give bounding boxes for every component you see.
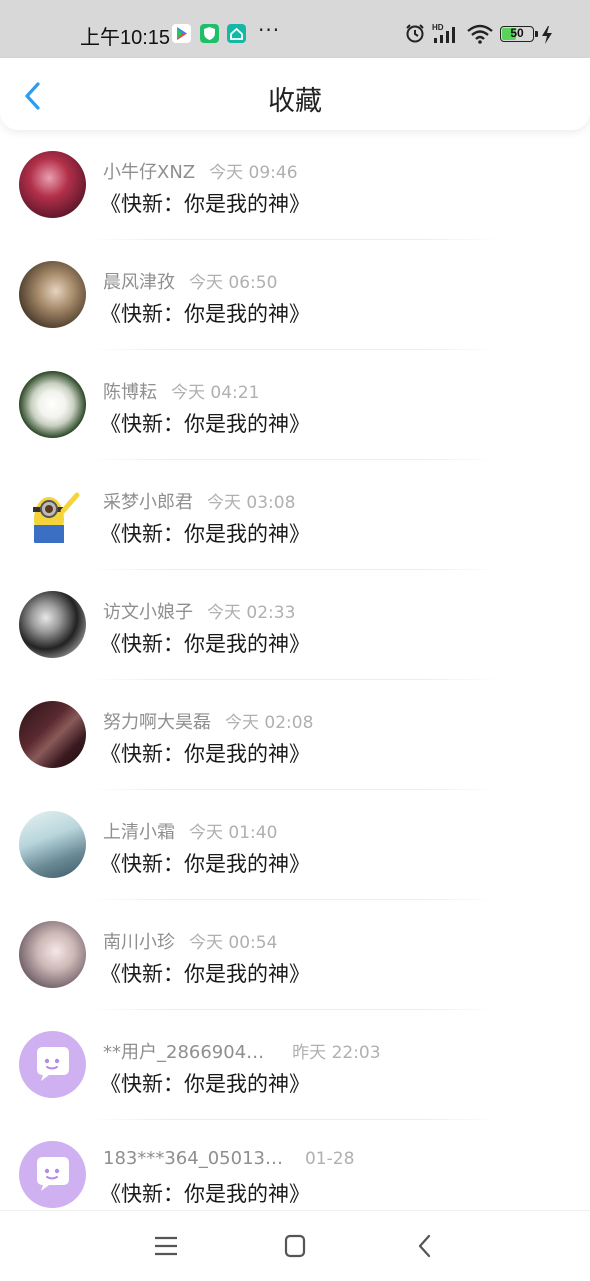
minion-image <box>33 492 80 543</box>
user-avatar[interactable] <box>19 1031 86 1098</box>
favorite-item[interactable]: 小牛仔XNZ 今天 09:46 《快新：你是我的神》 <box>0 130 590 240</box>
timestamp: 今天 06:50 <box>189 273 278 293</box>
favorite-item[interactable]: 南川小珍 今天 00:54 《快新：你是我的神》 <box>0 900 590 1010</box>
favorite-content: 《快新：你是我的神》 <box>100 1182 310 1206</box>
home-square-icon <box>284 1234 306 1258</box>
charging-icon <box>541 26 553 48</box>
back-triangle-icon <box>418 1234 431 1258</box>
user-avatar[interactable] <box>19 371 86 438</box>
favorite-item[interactable]: 采梦小郎君 今天 03:08 《快新：你是我的神》 <box>0 460 590 570</box>
timestamp: 今天 02:33 <box>207 603 296 623</box>
battery-level: 50 <box>510 26 524 40</box>
user-avatar[interactable] <box>19 921 86 988</box>
favorite-content: 《快新：你是我的神》 <box>100 302 310 326</box>
timestamp: 今天 09:46 <box>209 163 298 183</box>
home-app-icon <box>227 24 246 43</box>
favorite-content: 《快新：你是我的神》 <box>100 192 310 216</box>
user-avatar[interactable] <box>19 811 86 878</box>
system-nav-bar <box>0 1210 590 1281</box>
favorite-item[interactable]: 晨风津孜 今天 06:50 《快新：你是我的神》 <box>0 240 590 350</box>
timestamp: 昨天 22:03 <box>292 1043 381 1063</box>
username: 努力啊大昊磊 <box>103 712 211 733</box>
user-avatar[interactable] <box>19 151 86 218</box>
timestamp: 今天 03:08 <box>207 493 296 513</box>
username: **用户_2866904… <box>103 1042 265 1063</box>
nav-back-button[interactable] <box>410 1233 440 1259</box>
user-avatar[interactable] <box>19 481 86 548</box>
favorite-content: 《快新：你是我的神》 <box>100 632 310 656</box>
favorite-item[interactable]: 访文小娘子 今天 02:33 《快新：你是我的神》 <box>0 570 590 680</box>
favorite-content: 《快新：你是我的神》 <box>100 522 310 546</box>
user-avatar[interactable] <box>19 1141 86 1208</box>
timestamp: 01-28 <box>304 1149 355 1169</box>
signal-icon: HD <box>432 22 462 48</box>
shield-app-icon <box>200 24 219 43</box>
status-time: 上午10:15 <box>80 27 171 49</box>
favorite-content: 《快新：你是我的神》 <box>100 1072 310 1096</box>
favorite-item[interactable]: **用户_2866904… 昨天 22:03 《快新：你是我的神》 <box>0 1010 590 1120</box>
menu-button[interactable] <box>151 1233 181 1259</box>
more-notifications-icon: ··· <box>258 18 281 42</box>
user-avatar[interactable] <box>19 701 86 768</box>
timestamp: 今天 01:40 <box>189 823 278 843</box>
timestamp: 今天 00:54 <box>189 933 278 953</box>
menu-icon <box>155 1236 177 1256</box>
username: 采梦小郎君 <box>103 492 193 513</box>
user-avatar[interactable] <box>19 261 86 328</box>
username: 南川小珍 <box>103 932 175 953</box>
battery-icon: 50 <box>500 26 534 42</box>
page-header: 收藏 <box>0 58 590 130</box>
svg-text:HD: HD <box>432 23 444 32</box>
default-chat-avatar-icon <box>37 1157 69 1191</box>
username: 上清小霜 <box>103 822 175 843</box>
play-store-icon <box>172 24 191 43</box>
favorite-content: 《快新：你是我的神》 <box>100 412 310 436</box>
favorite-content: 《快新：你是我的神》 <box>100 852 310 876</box>
username: 小牛仔XNZ <box>103 162 196 183</box>
user-avatar[interactable] <box>19 591 86 658</box>
username: 访文小娘子 <box>103 602 193 623</box>
alarm-icon <box>404 22 426 48</box>
username: 183***364_05013… <box>103 1148 283 1169</box>
favorite-item[interactable]: 陈博耘 今天 04:21 《快新：你是我的神》 <box>0 350 590 460</box>
timestamp: 今天 04:21 <box>171 383 260 403</box>
status-bar: 上午10:15 ··· HD 50 <box>0 0 590 58</box>
favorite-content: 《快新：你是我的神》 <box>100 742 310 766</box>
home-button[interactable] <box>280 1233 310 1259</box>
page-title: 收藏 <box>268 86 322 117</box>
favorites-list: 小牛仔XNZ 今天 09:46 《快新：你是我的神》 晨风津孜 今天 06:50 《… <box>0 130 590 1230</box>
favorite-item[interactable]: 努力啊大昊磊 今天 02:08 《快新：你是我的神》 <box>0 680 590 790</box>
favorite-content: 《快新：你是我的神》 <box>100 962 310 986</box>
favorite-item[interactable]: 上清小霜 今天 01:40 《快新：你是我的神》 <box>0 790 590 900</box>
username: 晨风津孜 <box>103 272 175 293</box>
default-chat-avatar-icon <box>37 1047 69 1081</box>
username: 陈博耘 <box>103 382 157 403</box>
wifi-icon <box>466 24 494 48</box>
battery-cap <box>535 31 538 37</box>
timestamp: 今天 02:08 <box>225 713 314 733</box>
